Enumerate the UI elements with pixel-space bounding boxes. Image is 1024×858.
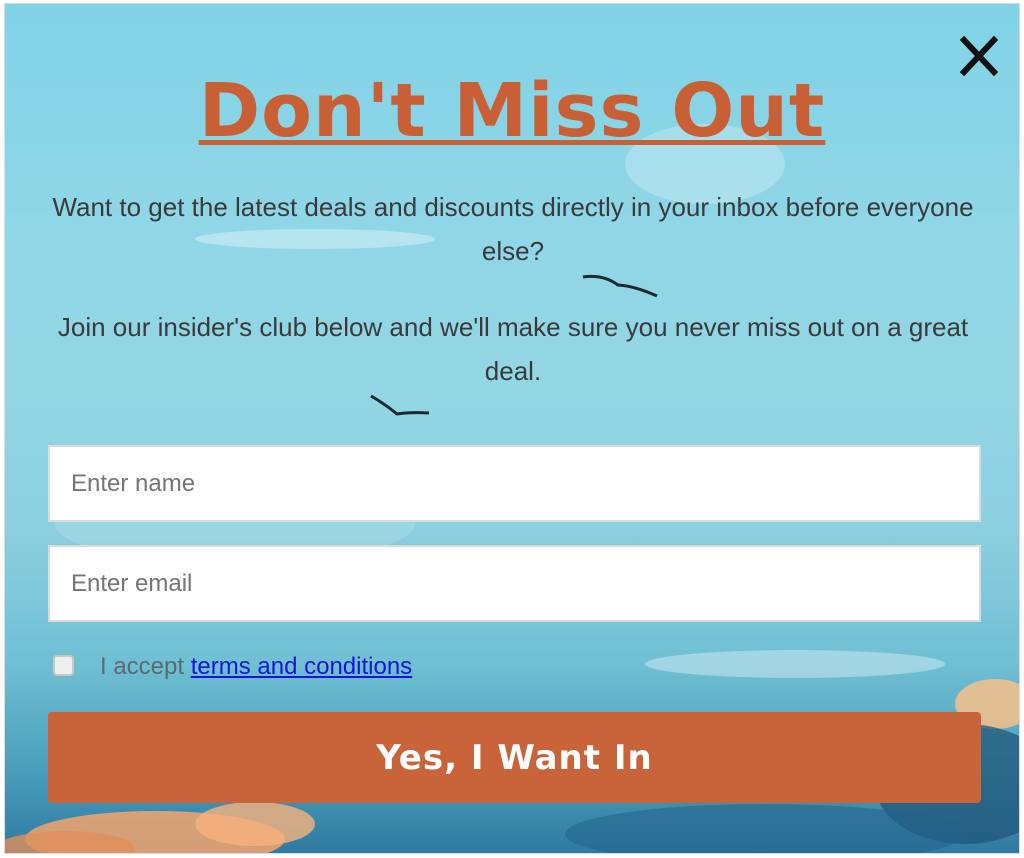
submit-button[interactable]: Yes, I Want In	[48, 712, 981, 803]
consent-prefix: I accept	[100, 653, 191, 680]
email-input[interactable]	[48, 545, 981, 622]
name-input[interactable]	[48, 445, 981, 522]
signup-popup: Don't Miss Out Want to get the latest de…	[4, 3, 1020, 854]
club-text: Join our insider's club below and we'll …	[57, 312, 969, 386]
terms-consent: I accept terms and conditions	[100, 652, 412, 682]
intro-text: Want to get the latest deals and discoun…	[52, 192, 974, 266]
close-button[interactable]	[959, 35, 999, 77]
popup-title: Don't Miss Out	[198, 68, 826, 154]
close-icon	[959, 35, 999, 77]
terms-checkbox[interactable]	[53, 655, 74, 676]
terms-link[interactable]: terms and conditions	[191, 653, 412, 680]
